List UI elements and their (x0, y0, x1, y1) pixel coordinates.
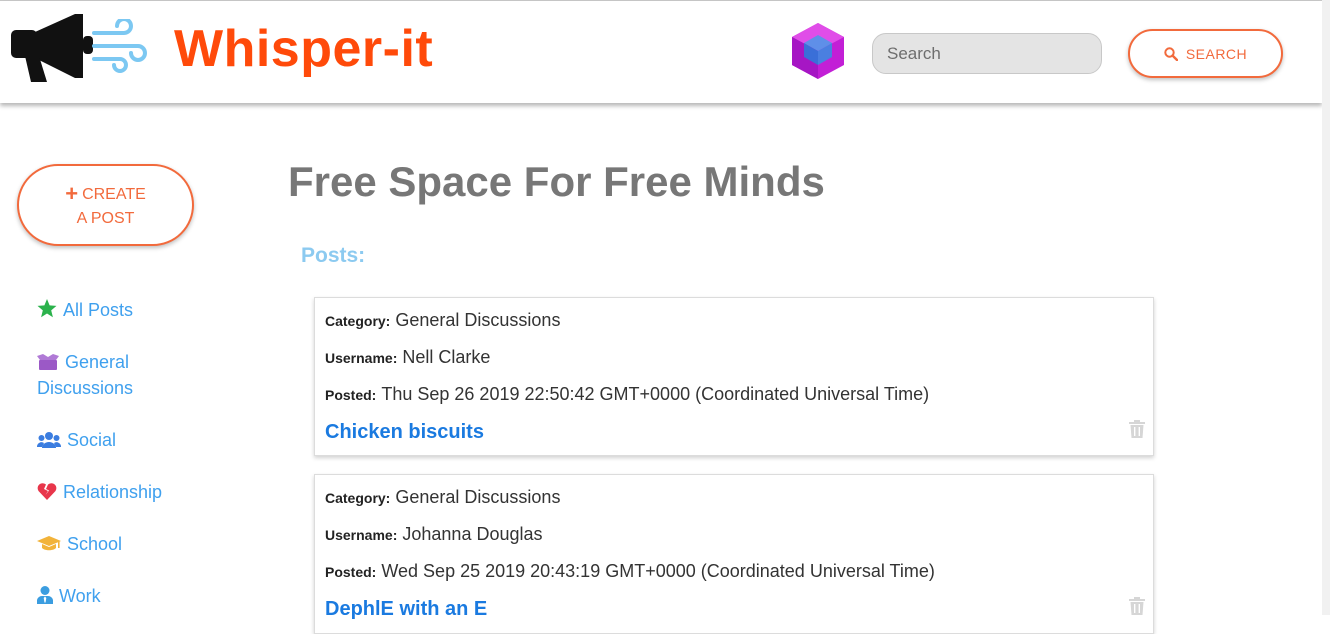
top-navbar: Whisper-it SEARCH (0, 1, 1322, 103)
post-username: Username: Nell Clarke (325, 347, 490, 368)
graduation-cap-icon (37, 536, 61, 551)
user-tie-icon (37, 586, 53, 604)
sidebar-item-label: Social (67, 430, 117, 450)
post-category: Category: General Discussions (325, 310, 560, 331)
star-icon (37, 299, 57, 318)
username-label: Username: (325, 527, 398, 543)
sidebar-item-label: School (67, 534, 123, 554)
search-button[interactable]: SEARCH (1128, 29, 1283, 78)
create-button-label-line1: CREATE (82, 186, 146, 203)
create-button-label-line2: A POST (76, 210, 135, 227)
username-value: Johanna Douglas (402, 524, 543, 544)
box-icon (37, 354, 59, 370)
post-category: Category: General Discussions (325, 487, 560, 508)
megaphone-icon (11, 14, 93, 82)
posted-label: Posted: (325, 564, 377, 580)
users-icon (37, 432, 61, 448)
category-value: General Discussions (395, 487, 561, 507)
plus-icon: + (65, 181, 79, 206)
broken-heart-icon (37, 483, 57, 500)
category-value: General Discussions (395, 310, 561, 330)
posted-value: Wed Sep 25 2019 20:43:19 GMT+0000 (Coord… (381, 561, 935, 581)
category-label: Category: (325, 313, 391, 329)
category-label: Category: (325, 490, 391, 506)
post-card: Category: General Discussions Username: … (314, 297, 1154, 456)
trash-icon[interactable] (1129, 420, 1145, 438)
sidebar-item-relationship[interactable]: Relationship (37, 479, 237, 505)
sidebar-item-all-posts[interactable]: All Posts (37, 297, 237, 323)
sidebar-item-label: Relationship (63, 482, 163, 502)
post-title-link[interactable]: Chicken biscuits (325, 421, 484, 444)
trash-icon[interactable] (1129, 597, 1145, 615)
posted-value: Thu Sep 26 2019 22:50:42 GMT+0000 (Coord… (381, 384, 930, 404)
post-card: Category: General Discussions Username: … (314, 474, 1154, 634)
username-label: Username: (325, 350, 398, 366)
page-scrollbar[interactable] (1322, 0, 1330, 615)
username-value: Nell Clarke (402, 347, 491, 367)
search-input[interactable] (872, 33, 1102, 74)
wind-icon (92, 19, 147, 73)
page-title: Free Space For Free Minds (288, 158, 825, 205)
create-post-button[interactable]: + CREATE A POST (17, 164, 194, 246)
sidebar-item-school[interactable]: School (37, 531, 237, 557)
search-icon (1164, 46, 1178, 61)
posted-label: Posted: (325, 387, 377, 403)
post-username: Username: Johanna Douglas (325, 524, 543, 545)
sidebar-item-general-discussions[interactable]: General Discussions (37, 349, 157, 401)
post-date: Posted: Wed Sep 25 2019 20:43:19 GMT+000… (325, 561, 935, 582)
posts-heading: Posts: (301, 244, 366, 267)
sidebar-item-work[interactable]: Work (37, 583, 237, 609)
sidebar-item-label: All Posts (63, 300, 134, 320)
brand-title[interactable]: Whisper-it (174, 19, 433, 79)
sidebar-item-social[interactable]: Social (37, 427, 237, 453)
search-button-label: SEARCH (1185, 45, 1248, 62)
post-date: Posted: Thu Sep 26 2019 22:50:42 GMT+000… (325, 384, 929, 405)
cube-logo-icon (792, 23, 844, 79)
post-title-link[interactable]: DephlE with an E (325, 598, 487, 621)
sidebar-item-label: Work (59, 586, 101, 606)
